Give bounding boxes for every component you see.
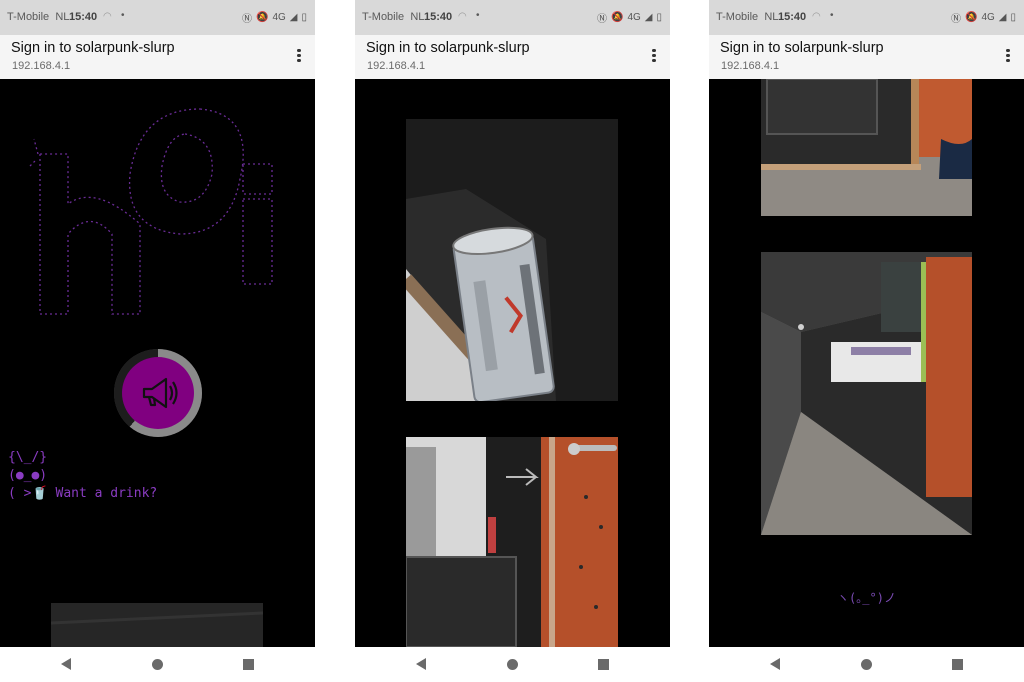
page-title: Sign in to solarpunk-slurp: [11, 40, 175, 56]
captive-portal-header: Sign in to solarpunk-slurp 192.168.4.1: [0, 35, 315, 79]
kaomoji: ヽ(｡_°)ノ: [837, 591, 896, 605]
status-bar: T-Mobile NL 15:40 ◠ • Ⓝ 🔕 4G ◢ ▯: [0, 0, 315, 35]
carrier-label: T-Mobile NL: [7, 11, 70, 23]
terminal-line: {\_/}: [8, 450, 48, 465]
carrier-label: T-Mobile NL: [716, 11, 779, 23]
home-button[interactable]: [507, 659, 518, 670]
signal-icon: ◢: [998, 12, 1007, 23]
wifi-icon: ◠: [812, 11, 821, 22]
photo-can-in-corner: [406, 119, 618, 401]
status-bar: T-Mobile NL 15:40 ◠ • Ⓝ 🔕 4G ◢ ▯: [709, 0, 1024, 35]
page-address: 192.168.4.1: [12, 60, 71, 72]
recents-button[interactable]: [952, 659, 963, 670]
web-content: [355, 79, 670, 647]
recents-button[interactable]: [243, 659, 254, 670]
back-button[interactable]: [416, 658, 426, 670]
mute-icon: 🔕: [255, 12, 269, 23]
android-nav-bar: [709, 647, 1024, 682]
battery-icon: ▯: [656, 12, 662, 23]
clock: 15:40: [424, 11, 453, 23]
status-bar: T-Mobile NL 15:40 ◠ • Ⓝ 🔕 4G ◢ ▯: [355, 0, 670, 35]
home-button[interactable]: [861, 659, 872, 670]
page-title: Sign in to solarpunk-slurp: [366, 40, 530, 56]
overflow-menu-button[interactable]: [1002, 47, 1014, 67]
status-icons: Ⓝ 🔕 4G ◢ ▯: [242, 10, 307, 25]
signal-icon: ◢: [289, 12, 298, 23]
mute-icon: 🔕: [964, 12, 978, 23]
battery-icon: ▯: [301, 12, 307, 23]
status-icons: Ⓝ 🔕 4G ◢ ▯: [597, 10, 662, 25]
nfc-icon: Ⓝ: [950, 14, 961, 25]
page-title: Sign in to solarpunk-slurp: [720, 40, 884, 56]
network-label: 4G: [981, 12, 995, 23]
captive-portal-header: Sign in to solarpunk-slurp 192.168.4.1: [355, 35, 670, 79]
captive-portal-header: Sign in to solarpunk-slurp 192.168.4.1: [709, 35, 1024, 79]
horn-button-face: [122, 357, 194, 429]
back-button[interactable]: [770, 658, 780, 670]
nfc-icon: Ⓝ: [241, 14, 252, 25]
terminal-line: ( >🥤 Want a drink?: [8, 486, 158, 501]
clock: 15:40: [778, 11, 807, 23]
network-label: 4G: [272, 12, 286, 23]
wifi-icon: ◠: [103, 11, 112, 22]
clock: 15:40: [69, 11, 98, 23]
battery-icon: ▯: [1010, 12, 1016, 23]
terminal-line: (●_●): [8, 468, 48, 483]
wifi-icon: ◠: [458, 11, 467, 22]
carrier-label: T-Mobile NL: [362, 11, 425, 23]
megaphone-icon: [142, 377, 178, 409]
notification-dot-icon: •: [476, 10, 480, 21]
status-icons: Ⓝ 🔕 4G ◢ ▯: [951, 10, 1016, 25]
horn-button[interactable]: [114, 349, 202, 437]
photo-door-floor: [761, 79, 972, 216]
home-button[interactable]: [152, 659, 163, 670]
phone-screen-1: T-Mobile NL 15:40 ◠ • Ⓝ 🔕 4G ◢ ▯ Sign in…: [0, 0, 315, 682]
signal-icon: ◢: [644, 12, 653, 23]
notification-dot-icon: •: [121, 10, 125, 21]
phone-screen-3: T-Mobile NL 15:40 ◠ • Ⓝ 🔕 4G ◢ ▯ Sign in…: [709, 0, 1024, 682]
web-content: ヽ(｡_°)ノ: [709, 79, 1024, 647]
page-address: 192.168.4.1: [721, 60, 780, 72]
page-address: 192.168.4.1: [367, 60, 426, 72]
recents-button[interactable]: [598, 659, 609, 670]
ascii-banner-art: [29, 108, 273, 315]
overflow-menu-button[interactable]: [293, 47, 305, 67]
android-nav-bar: [0, 647, 315, 682]
drink-prompt: {\_/} (●_●) ( >🥤 Want a drink?: [8, 449, 157, 503]
mute-icon: 🔕: [610, 12, 624, 23]
network-label: 4G: [627, 12, 641, 23]
overflow-menu-button[interactable]: [648, 47, 660, 67]
back-button[interactable]: [61, 658, 71, 670]
web-content: {\_/} (●_●) ( >🥤 Want a drink?: [0, 79, 315, 647]
phone-screen-2: T-Mobile NL 15:40 ◠ • Ⓝ 🔕 4G ◢ ▯ Sign in…: [355, 0, 670, 682]
photo-preview: [51, 603, 263, 647]
photo-corridor: [761, 252, 972, 535]
nfc-icon: Ⓝ: [596, 14, 607, 25]
photo-door-blackboard: [406, 437, 618, 647]
notification-dot-icon: •: [830, 10, 834, 21]
android-nav-bar: [355, 647, 670, 682]
